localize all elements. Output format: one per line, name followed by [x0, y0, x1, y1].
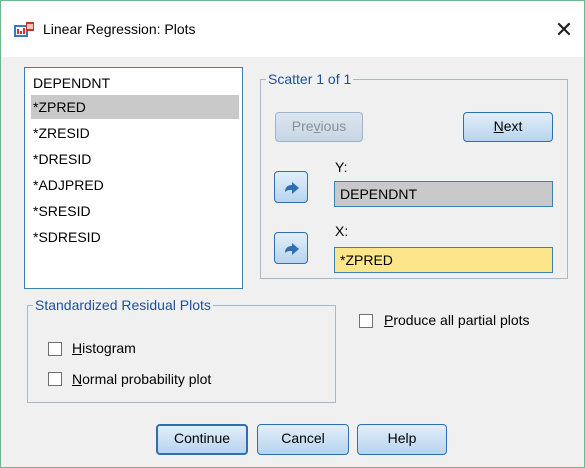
move-right-arrow-icon [285, 243, 299, 255]
histogram-checkbox[interactable] [48, 342, 62, 356]
y-axis-field[interactable]: DEPENDNT [334, 181, 553, 207]
cancel-button[interactable]: Cancel [257, 424, 349, 455]
list-item[interactable]: DEPENDNT [31, 71, 239, 95]
list-item[interactable]: *SDRESID [31, 225, 239, 249]
close-icon[interactable]: ✕ [549, 15, 579, 45]
normal-probability-checkbox[interactable] [48, 372, 62, 386]
list-item-selected[interactable]: *ZPRED [31, 95, 239, 119]
list-item[interactable]: *ADJPRED [31, 173, 239, 197]
x-axis-field[interactable]: *ZPRED [334, 247, 553, 273]
move-to-y-button[interactable] [274, 171, 308, 203]
list-item[interactable]: *ZRESID [31, 121, 239, 145]
standardized-residual-legend: Standardized Residual Plots [33, 297, 213, 313]
title-bar: Linear Regression: Plots ✕ [1, 1, 584, 57]
move-right-arrow-icon [285, 182, 299, 194]
list-item[interactable]: *SRESID [31, 199, 239, 223]
normal-probability-label: Normal probability plot [72, 371, 212, 387]
continue-button[interactable]: Continue [156, 424, 248, 455]
app-icon [13, 21, 35, 41]
partial-plots-label: Produce all partial plots [384, 312, 530, 328]
y-label: Y: [335, 159, 348, 175]
variable-list[interactable]: DEPENDNT *ZPRED *ZRESID *DRESID *ADJPRED… [24, 67, 243, 289]
dialog-body: DEPENDNT *ZPRED *ZRESID *DRESID *ADJPRED… [1, 57, 584, 467]
previous-button[interactable]: Previous [275, 112, 363, 142]
move-to-x-button[interactable] [274, 232, 308, 264]
list-item[interactable]: *DRESID [31, 147, 239, 171]
help-button[interactable]: Help [357, 424, 447, 455]
histogram-label: Histogram [72, 340, 136, 356]
scatter-group-legend: Scatter 1 of 1 [266, 71, 354, 87]
partial-plots-checkbox[interactable] [359, 314, 373, 328]
next-button[interactable]: Next [463, 112, 553, 142]
window-title: Linear Regression: Plots [43, 21, 196, 37]
dialog-window: Linear Regression: Plots ✕ DEPENDNT *ZPR… [0, 0, 585, 468]
x-label: X: [335, 223, 349, 239]
